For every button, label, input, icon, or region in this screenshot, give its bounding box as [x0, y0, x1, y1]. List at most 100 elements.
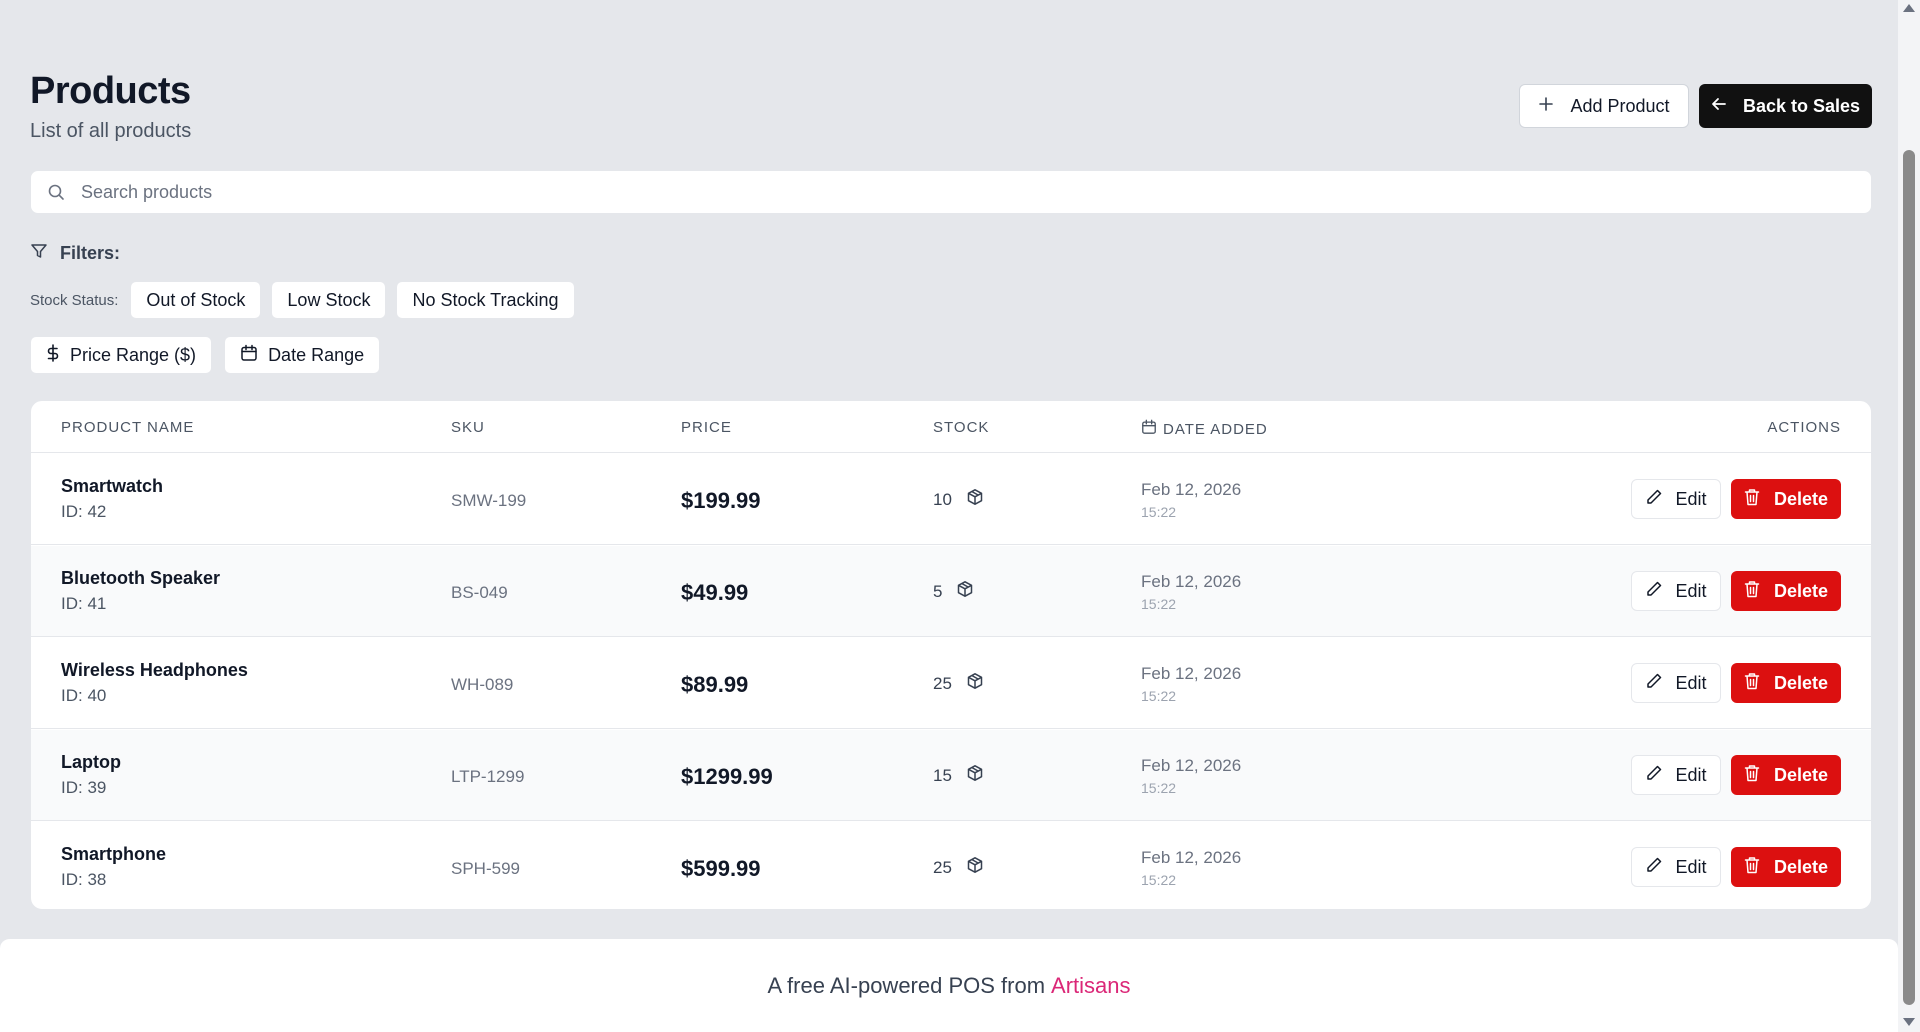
filter-out-of-stock[interactable]: Out of Stock: [130, 281, 262, 319]
products-page: Products List of all products Add Produc…: [0, 0, 1920, 1032]
box-icon: [956, 580, 974, 603]
page-subtitle: List of all products: [30, 120, 192, 142]
page-title: Products: [30, 70, 191, 112]
delete-button[interactable]: Delete: [1731, 663, 1841, 703]
product-sku: LTP-1299: [451, 767, 525, 786]
edit-button[interactable]: Edit: [1631, 479, 1721, 519]
product-name: Wireless Headphones: [61, 660, 248, 680]
delete-label: Delete: [1773, 488, 1829, 509]
box-icon: [966, 764, 984, 787]
delete-button[interactable]: Delete: [1731, 755, 1841, 795]
delete-label: Delete: [1773, 580, 1829, 601]
table-row: Wireless Headphones ID: 40 WH-089 $89.99…: [31, 638, 1871, 729]
product-price: $1299.99: [681, 764, 773, 789]
stock-status-filters: Stock Status: Out of Stock Low Stock No …: [30, 281, 575, 319]
trash-icon: [1744, 672, 1760, 695]
product-price: $599.99: [681, 856, 761, 881]
delete-button[interactable]: Delete: [1731, 571, 1841, 611]
product-sku: BS-049: [451, 583, 508, 602]
product-name: Smartphone: [61, 844, 167, 864]
stock-status-label: Stock Status:: [30, 291, 119, 309]
page-header: Products List of all products Add Produc…: [30, 70, 1872, 150]
footer-brand-link[interactable]: Artisans: [1051, 973, 1130, 999]
calendar-icon: [1141, 419, 1157, 439]
delete-label: Delete: [1773, 672, 1829, 693]
box-icon: [966, 856, 984, 879]
product-price: $199.99: [681, 488, 761, 513]
product-sku: WH-089: [451, 675, 514, 694]
pencil-icon: [1645, 580, 1663, 603]
filter-icon: [30, 242, 48, 265]
footer-text: A free AI-powered POS from: [767, 972, 1046, 998]
search-bar: [30, 170, 1872, 214]
arrow-left-icon: [1711, 96, 1727, 117]
edit-button[interactable]: Edit: [1631, 663, 1721, 703]
product-stock: 10: [933, 488, 984, 511]
trash-icon: [1744, 580, 1760, 603]
range-filters: Price Range ($) Date Range: [30, 336, 381, 374]
product-price: $49.99: [681, 580, 749, 605]
search-icon: [47, 183, 65, 201]
trash-icon: [1744, 856, 1760, 879]
add-product-label: Add Product: [1570, 95, 1670, 116]
calendar-icon: [240, 344, 258, 367]
col-product-name: PRODUCT NAME: [61, 419, 195, 436]
scroll-up-arrow-icon[interactable]: [1903, 4, 1915, 12]
edit-button[interactable]: Edit: [1631, 755, 1721, 795]
table-row: Bluetooth Speaker ID: 41 BS-049 $49.99 5…: [31, 546, 1871, 637]
col-date-added-label: DATE ADDED: [1163, 420, 1268, 438]
footer: A free AI-powered POS from Artisans: [0, 938, 1898, 1032]
filters-heading: Filters:: [30, 242, 120, 265]
time-added: 15:22: [1141, 596, 1177, 612]
date-added: Feb 12, 2026: [1141, 572, 1242, 591]
edit-label: Edit: [1675, 764, 1707, 785]
scroll-thumb[interactable]: [1903, 150, 1915, 1005]
time-added: 15:22: [1141, 688, 1177, 704]
back-to-sales-button[interactable]: Back to Sales: [1699, 84, 1872, 128]
product-sku: SPH-599: [451, 859, 520, 878]
date-added: Feb 12, 2026: [1141, 756, 1242, 775]
stock-count: 25: [933, 673, 952, 693]
product-id: ID: 39: [61, 778, 107, 797]
edit-button[interactable]: Edit: [1631, 571, 1721, 611]
table-row: Smartwatch ID: 42 SMW-199 $199.99 10 Feb…: [31, 454, 1871, 545]
edit-label: Edit: [1675, 856, 1707, 877]
date-range-label: Date Range: [268, 344, 365, 365]
col-actions: ACTIONS: [1767, 419, 1841, 436]
vertical-scrollbar[interactable]: [1898, 0, 1920, 1032]
box-icon: [966, 488, 984, 511]
delete-label: Delete: [1773, 764, 1829, 785]
pencil-icon: [1645, 672, 1663, 695]
pencil-icon: [1645, 764, 1663, 787]
dollar-icon: [46, 343, 60, 367]
trash-icon: [1744, 488, 1760, 511]
product-id: ID: 40: [61, 686, 107, 705]
product-id: ID: 38: [61, 870, 107, 889]
edit-label: Edit: [1675, 580, 1707, 601]
delete-button[interactable]: Delete: [1731, 847, 1841, 887]
filter-no-stock-tracking[interactable]: No Stock Tracking: [396, 281, 575, 319]
filter-low-stock[interactable]: Low Stock: [271, 281, 387, 319]
scroll-down-arrow-icon[interactable]: [1903, 1018, 1915, 1026]
stock-count: 25: [933, 857, 952, 877]
edit-label: Edit: [1675, 488, 1707, 509]
add-product-button[interactable]: Add Product: [1519, 84, 1689, 128]
plus-icon: [1538, 96, 1554, 117]
search-input[interactable]: [81, 181, 1781, 203]
time-added: 15:22: [1141, 504, 1177, 520]
product-sku: SMW-199: [451, 491, 527, 510]
table-row: Laptop ID: 39 LTP-1299 $1299.99 15 Feb 1…: [31, 730, 1871, 821]
price-range-button[interactable]: Price Range ($): [30, 336, 213, 374]
pencil-icon: [1645, 856, 1663, 879]
date-added: Feb 12, 2026: [1141, 664, 1242, 683]
stock-count: 10: [933, 489, 952, 509]
delete-button[interactable]: Delete: [1731, 479, 1841, 519]
box-icon: [966, 672, 984, 695]
col-stock: STOCK: [933, 419, 990, 436]
product-stock: 25: [933, 672, 984, 695]
date-range-button[interactable]: Date Range: [224, 336, 381, 374]
edit-button[interactable]: Edit: [1631, 847, 1721, 887]
product-price: $89.99: [681, 672, 749, 697]
product-name: Smartwatch: [61, 476, 164, 496]
filters-label: Filters:: [60, 243, 121, 263]
